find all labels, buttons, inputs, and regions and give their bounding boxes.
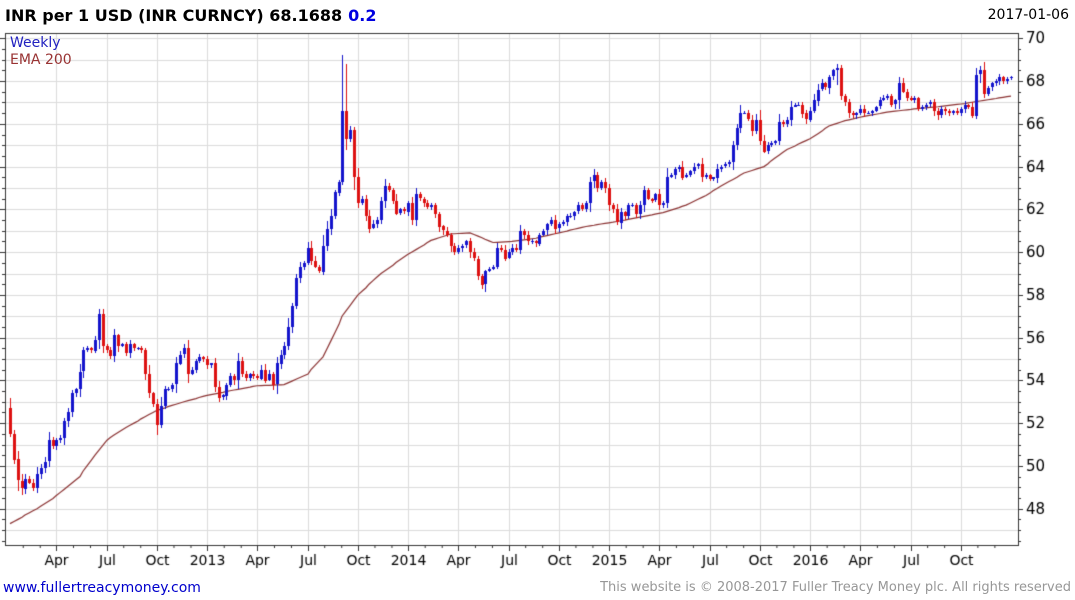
candlestick-chart-canvas[interactable] <box>0 0 1075 600</box>
chart-title: INR per 1 USD (INR CURNCY) 68.1688 <box>5 6 343 25</box>
chart-page: INR per 1 USD (INR CURNCY) 68.1688 0.2 20… <box>0 0 1075 600</box>
legend-ema-200: EMA 200 <box>10 52 72 68</box>
legend-timeframe: Weekly <box>10 35 61 51</box>
as-of-date: 2017-01-06 <box>987 7 1069 23</box>
chart-legend: Weekly EMA 200 <box>10 35 72 69</box>
chart-change-value: 0.2 <box>348 6 377 25</box>
chart-title-row: INR per 1 USD (INR CURNCY) 68.1688 0.2 <box>5 6 377 25</box>
copyright-text: This website is © 2008-2017 Fuller Treac… <box>600 580 1071 595</box>
site-link[interactable]: www.fullertreacymoney.com <box>3 580 201 596</box>
